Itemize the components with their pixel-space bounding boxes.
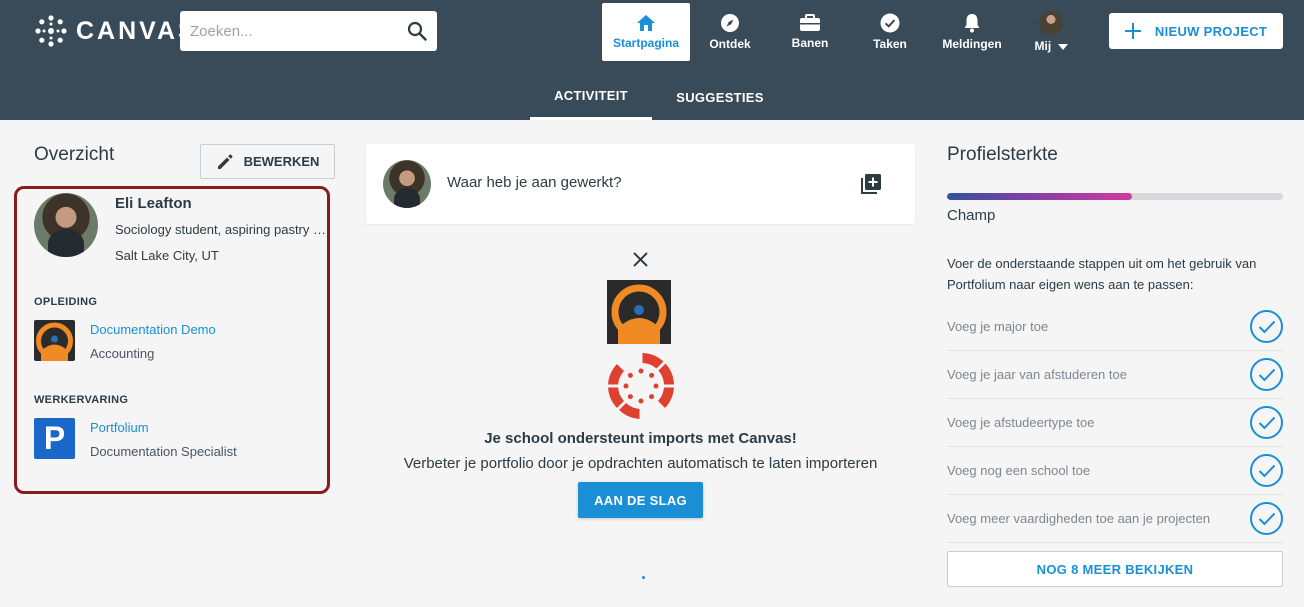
loading-indicator: [642, 576, 645, 579]
nav-home[interactable]: Startpagina: [602, 3, 690, 61]
school-logo: [34, 320, 75, 361]
import-subtitle: Verbeter je portfolio door je opdrachten…: [403, 455, 878, 472]
step-item[interactable]: Voeg meer vaardigheden toe aan je projec…: [947, 495, 1283, 543]
overview-title: Overzicht: [34, 144, 115, 165]
work-heading: WERKERVARING: [34, 394, 129, 406]
tab-suggestions[interactable]: SUGGESTIES: [660, 74, 780, 120]
import-title: Je school ondersteunt imports met Canvas…: [484, 430, 797, 447]
steps-intro: Voer de onderstaande stappen uit om het …: [947, 256, 1257, 292]
tab-activity-label: ACTIVITEIT: [554, 88, 628, 103]
company-link[interactable]: Portfolium: [90, 420, 149, 435]
nav-home-label: Startpagina: [612, 36, 679, 50]
edit-button[interactable]: BEWERKEN: [200, 144, 335, 179]
get-started-label: AAN DE SLAG: [594, 492, 687, 508]
profile-avatar[interactable]: [34, 193, 98, 257]
profile-location: Salt Lake City, UT: [115, 248, 219, 263]
briefcase-icon: [800, 14, 820, 31]
tab-activity[interactable]: ACTIVITEIT: [530, 74, 652, 120]
post-avatar: [383, 160, 431, 208]
school-major: Accounting: [90, 346, 155, 361]
nav-tasks[interactable]: Taken: [860, 3, 920, 61]
portfolium-p-icon: P: [43, 420, 66, 456]
home-icon: [637, 15, 655, 31]
step-label: Voeg je afstudeertype toe: [947, 415, 1095, 430]
search-icon[interactable]: [407, 21, 427, 41]
post-prompt[interactable]: Waar heb je aan gewerkt?: [447, 174, 622, 191]
check-icon: [1250, 358, 1283, 391]
add-post-icon[interactable]: [860, 173, 882, 195]
see-more-label: NOG 8 MEER BEKIJKEN: [1036, 561, 1194, 577]
top-navigation-bar: CANVAS Startpagina Ontdek Banen: [0, 0, 1304, 120]
new-project-label: NIEUW PROJECT: [1154, 23, 1268, 39]
see-more-button[interactable]: NOG 8 MEER BEKIJKEN: [947, 551, 1283, 587]
pencil-icon: [217, 154, 233, 169]
nav-notifications-label: Meldingen: [942, 37, 1002, 51]
avatar: [1039, 11, 1063, 35]
step-item[interactable]: Voeg je afstudeertype toe: [947, 399, 1283, 447]
step-item[interactable]: Voeg nog een school toe: [947, 447, 1283, 495]
check-circle-icon: [880, 13, 900, 33]
nav-jobs-label: Banen: [791, 36, 829, 50]
work-role: Documentation Specialist: [90, 444, 237, 459]
portfolium-logo: [607, 280, 671, 344]
canvas-logo-icon: [35, 15, 67, 47]
company-logo: P: [34, 418, 75, 459]
check-icon: [1250, 310, 1283, 343]
nav-me[interactable]: Mij: [1026, 3, 1076, 61]
profile-strength-bar: [947, 193, 1283, 200]
profile-strength-fill: [947, 193, 1132, 200]
close-icon[interactable]: [630, 249, 651, 270]
edit-button-label: BEWERKEN: [243, 154, 320, 169]
profile-name[interactable]: Eli Leafton: [115, 195, 192, 212]
new-project-button[interactable]: NIEUW PROJECT: [1109, 13, 1283, 49]
step-item[interactable]: Voeg je jaar van afstuderen toe: [947, 351, 1283, 399]
check-icon: [1250, 502, 1283, 535]
portfolium-school-icon: [36, 322, 73, 361]
search-box: [180, 11, 437, 51]
search-input[interactable]: [180, 11, 390, 51]
profile-strength-title: Profielsterkte: [947, 144, 1058, 165]
step-label: Voeg je major toe: [947, 319, 1049, 334]
canvas-red-logo: [606, 351, 676, 421]
step-item[interactable]: Voeg je major toe: [947, 303, 1283, 351]
profile-strength-level: Champ: [947, 207, 996, 224]
nav-tasks-label: Taken: [873, 37, 907, 51]
tab-suggestions-label: SUGGESTIES: [676, 89, 764, 105]
plus-icon: [1124, 23, 1141, 39]
school-link[interactable]: Documentation Demo: [90, 322, 216, 337]
nav-me-label: Mij: [1034, 39, 1068, 53]
education-heading: OPLEIDING: [34, 296, 98, 308]
nav-notifications[interactable]: Meldingen: [936, 3, 1008, 61]
nav-discover-label: Ontdek: [709, 37, 751, 51]
profile-bio: Sociology student, aspiring pastry chef: [115, 222, 328, 237]
step-label: Voeg je jaar van afstuderen toe: [947, 367, 1127, 382]
nav-jobs[interactable]: Banen: [780, 3, 840, 61]
check-icon: [1250, 406, 1283, 439]
step-label: Voeg meer vaardigheden toe aan je projec…: [947, 511, 1211, 526]
compass-icon: [721, 14, 739, 32]
step-label: Voeg nog een school toe: [947, 463, 1091, 478]
bell-icon: [964, 14, 980, 33]
check-icon: [1250, 454, 1283, 487]
portfolium-icon: [611, 284, 667, 344]
canvas-logo[interactable]: CANVAS: [34, 14, 198, 48]
get-started-button[interactable]: AAN DE SLAG: [578, 482, 703, 518]
nav-discover[interactable]: Ontdek: [700, 3, 760, 61]
caret-down-icon: [1057, 44, 1068, 50]
